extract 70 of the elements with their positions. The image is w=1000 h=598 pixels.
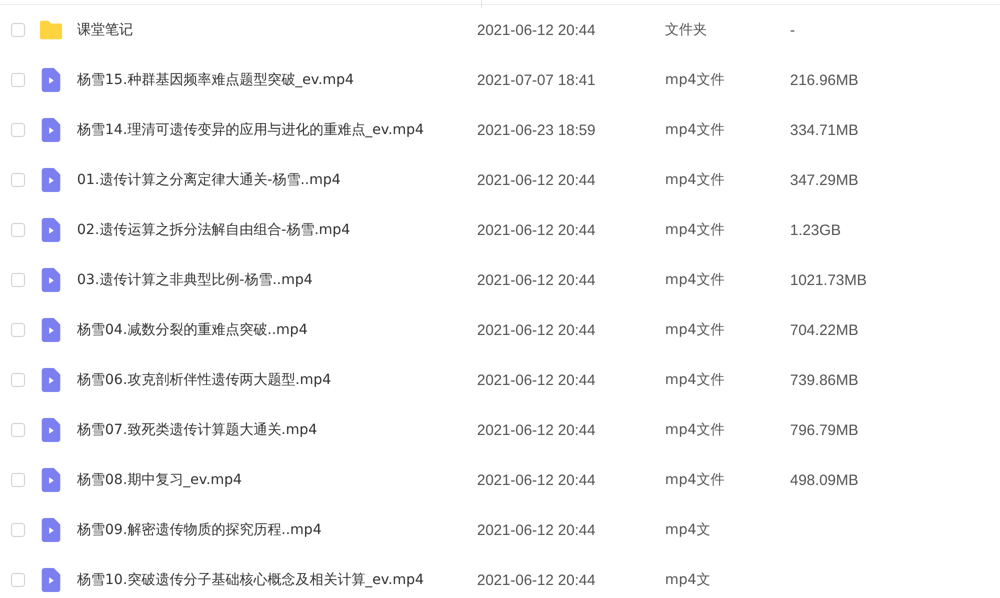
file-size: 347.29MB [790,172,858,188]
video-file-icon [39,418,63,442]
file-type: mp4文件 [665,121,726,139]
checkbox[interactable] [11,523,25,537]
file-name[interactable]: 杨雪09.解密遗传物质的探究历程..mp4 [77,521,477,539]
modified-date: 2021-06-12 20:44 [477,472,596,488]
modified-date: 2021-06-23 18:59 [477,122,596,138]
video-file-icon [39,268,63,292]
checkbox[interactable] [11,423,25,437]
file-size: 1.23GB [790,222,841,238]
file-type: mp4文件 [665,321,726,339]
checkbox[interactable] [11,273,25,287]
file-size: 498.09MB [790,472,858,488]
modified-date: 2021-06-12 20:44 [477,172,596,188]
modified-date: 2021-06-12 20:44 [477,572,596,588]
file-name[interactable]: 01.遗传计算之分离定律大通关-杨雪..mp4 [77,171,477,189]
modified-date: 2021-06-12 20:44 [477,372,596,388]
checkbox[interactable] [11,573,25,587]
file-type: mp4文 [665,571,712,589]
modified-date: 2021-06-12 20:44 [477,22,596,38]
file-name[interactable]: 02.遗传运算之拆分法解自由组合-杨雪.mp4 [77,221,477,239]
file-size: 796.79MB [790,422,858,438]
file-type: mp4文件 [665,221,726,239]
file-type: 文件夹 [665,21,708,39]
modified-date: 2021-06-12 20:44 [477,522,596,538]
file-name[interactable]: 杨雪08.期中复习_ev.mp4 [77,471,477,489]
checkbox[interactable] [11,323,25,337]
checkbox[interactable] [11,223,25,237]
modified-date: 2021-07-07 18:41 [477,72,596,88]
file-size: 334.71MB [790,122,858,138]
video-file-icon [39,568,63,592]
video-file-icon [39,218,63,242]
file-size: 739.86MB [790,372,858,388]
file-type: mp4文件 [665,371,726,389]
file-name[interactable]: 杨雪06.攻克剖析伴性遗传两大题型.mp4 [77,371,477,389]
file-name[interactable]: 杨雪10.突破遗传分子基础核心概念及相关计算_ev.mp4 [77,571,477,589]
video-file-icon [39,118,63,142]
checkbox[interactable] [11,123,25,137]
checkbox[interactable] [11,473,25,487]
file-name[interactable]: 03.遗传计算之非典型比例-杨雪..mp4 [77,271,477,289]
video-file-icon [39,468,63,492]
file-type: mp4文件 [665,71,726,89]
video-file-icon [39,518,63,542]
checkbox[interactable] [11,173,25,187]
modified-date: 2021-06-12 20:44 [477,422,596,438]
file-name[interactable]: 杨雪15.种群基因频率难点题型突破_ev.mp4 [77,71,477,89]
modified-date: 2021-06-12 20:44 [477,272,596,288]
modified-date: 2021-06-12 20:44 [477,222,596,238]
file-name[interactable]: 杨雪07.致死类遗传计算题大通关.mp4 [77,421,477,439]
video-file-icon [39,368,63,392]
file-name[interactable]: 杨雪04.减数分裂的重难点突破..mp4 [77,321,477,339]
file-type: mp4文件 [665,421,726,439]
video-file-icon [39,68,63,92]
file-name[interactable]: 课堂笔记 [77,21,477,39]
file-type: mp4文 [665,521,712,539]
file-name[interactable]: 杨雪14.理清可遗传变异的应用与进化的重难点_ev.mp4 [77,121,477,139]
video-file-icon [39,318,63,342]
modified-date: 2021-06-12 20:44 [477,322,596,338]
checkbox[interactable] [11,23,25,37]
file-size: - [790,22,795,38]
file-type: mp4文件 [665,471,726,489]
video-file-icon [39,168,63,192]
checkbox[interactable] [11,73,25,87]
file-type: mp4文件 [665,271,726,289]
file-size: 216.96MB [790,72,858,88]
file-size: 704.22MB [790,322,858,338]
checkbox[interactable] [11,373,25,387]
file-size: 1021.73MB [790,272,867,288]
folder-icon [39,18,63,42]
file-type: mp4文件 [665,171,726,189]
